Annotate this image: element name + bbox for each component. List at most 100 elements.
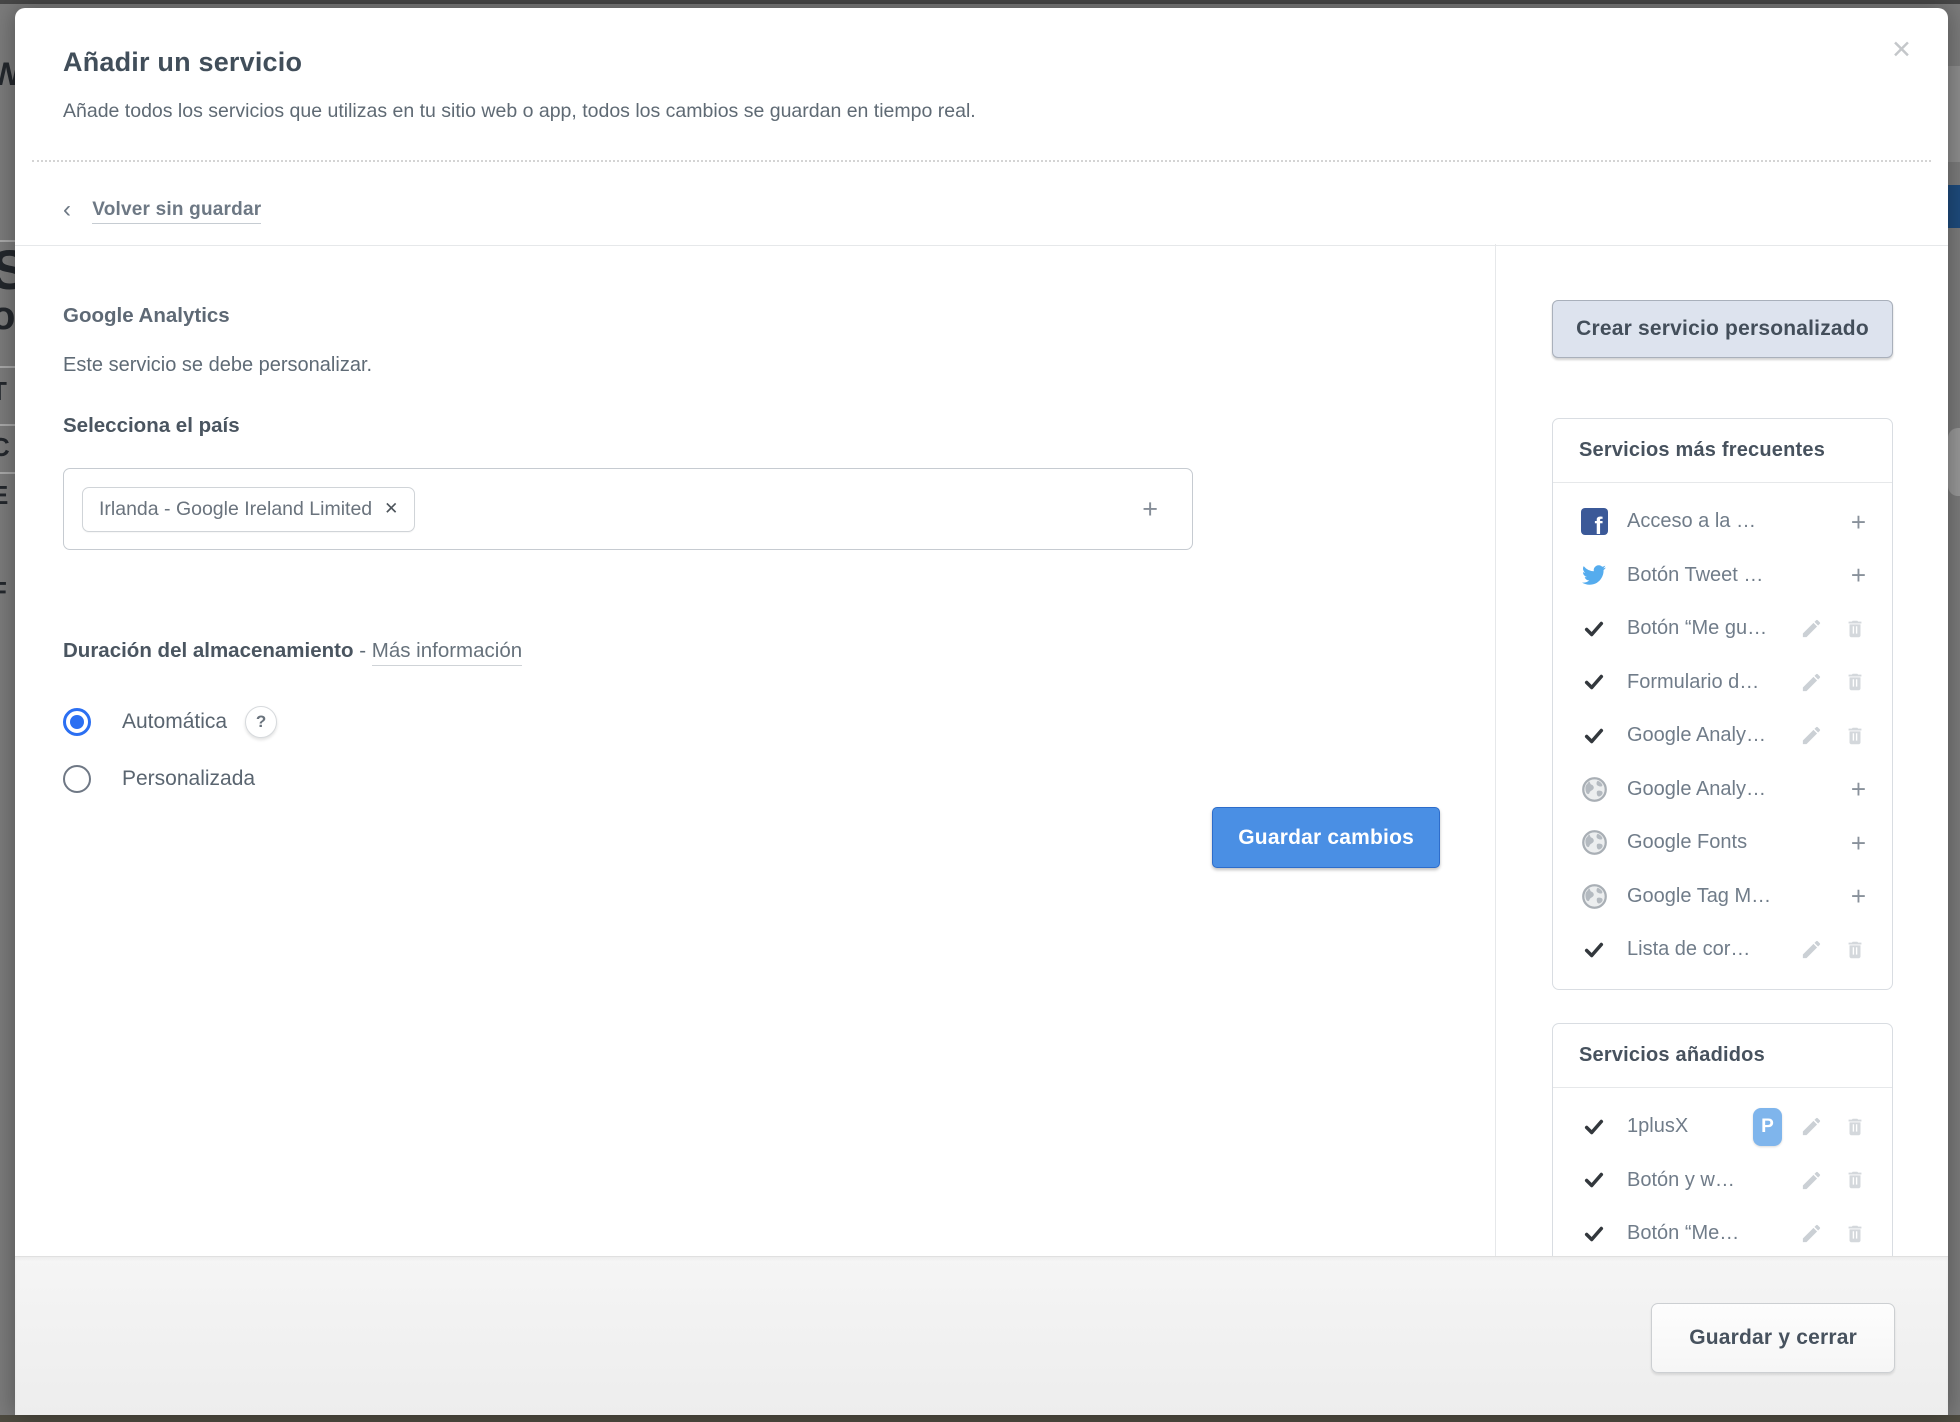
service-label: Lista de cor… xyxy=(1627,938,1796,961)
radio-custom-label: Personalizada xyxy=(122,767,255,791)
check-icon xyxy=(1579,936,1609,964)
modal-subtitle: Añade todos los servicios que utilizas e… xyxy=(63,100,1900,123)
check-icon xyxy=(1579,668,1609,696)
remove-tag-icon[interactable]: ✕ xyxy=(384,499,398,519)
check-icon xyxy=(1579,615,1609,643)
service-label: Google Analy… xyxy=(1627,778,1796,801)
service-row: Google Fonts + xyxy=(1579,816,1866,870)
save-and-close-button[interactable]: Guardar y cerrar xyxy=(1651,1303,1895,1373)
service-actions xyxy=(1796,1115,1866,1139)
modal-footer: Guardar y cerrar xyxy=(15,1256,1948,1415)
background-text-fragment: C xyxy=(0,434,10,460)
add-service-icon[interactable]: + xyxy=(1851,509,1866,535)
service-note: Este servicio se debe personalizar. xyxy=(63,354,1447,377)
service-actions xyxy=(1796,670,1866,694)
edit-pencil-icon[interactable] xyxy=(1800,938,1823,961)
service-row: Lista de cor… xyxy=(1579,923,1866,977)
service-label: Acceso a la … xyxy=(1627,510,1796,533)
globe-icon xyxy=(1579,775,1609,803)
check-icon xyxy=(1579,1113,1609,1141)
background-page-left-strip: WSoTCEIF xyxy=(0,0,15,1422)
delete-trash-icon[interactable] xyxy=(1844,724,1866,748)
service-label: Google Fonts xyxy=(1627,831,1796,854)
service-row: 1plusXP xyxy=(1579,1100,1866,1154)
service-label: Formulario d… xyxy=(1627,671,1796,694)
edit-pencil-icon[interactable] xyxy=(1800,1169,1823,1192)
more-info-link[interactable]: Más información xyxy=(372,639,522,666)
service-label: Google Tag M… xyxy=(1627,885,1796,908)
back-row: ‹ Volver sin guardar xyxy=(15,162,1948,246)
background-page-topline xyxy=(0,0,1960,4)
service-actions xyxy=(1796,938,1866,962)
services-sidebar: Crear servicio personalizado Servicios m… xyxy=(1495,244,1948,1257)
modal-title: Añadir un servicio xyxy=(63,48,1900,76)
service-row: Botón Tweet …+ xyxy=(1579,549,1866,603)
country-select-label: Selecciona el país xyxy=(63,414,1447,437)
service-row: Google Analy… xyxy=(1579,709,1866,763)
radio-automatic[interactable] xyxy=(63,708,91,736)
edit-pencil-icon[interactable] xyxy=(1800,724,1823,747)
delete-trash-icon[interactable] xyxy=(1844,670,1866,694)
service-actions: + xyxy=(1796,509,1866,535)
add-service-icon[interactable]: + xyxy=(1851,830,1866,856)
service-actions xyxy=(1796,1222,1866,1246)
delete-trash-icon[interactable] xyxy=(1844,617,1866,641)
service-row: Google Tag M… + xyxy=(1579,870,1866,924)
background-page-right-strip xyxy=(1948,0,1960,1422)
service-row: Botón “Me… xyxy=(1579,1207,1866,1257)
add-service-modal: ✕ Añadir un servicio Añade todos los ser… xyxy=(15,8,1948,1415)
delete-trash-icon[interactable] xyxy=(1844,1222,1866,1246)
service-label: Google Analy… xyxy=(1627,724,1796,747)
radio-row-custom: Personalizada xyxy=(63,765,1447,793)
modal-body: Google Analytics Este servicio se debe p… xyxy=(15,244,1948,1257)
service-actions xyxy=(1796,617,1866,641)
edit-pencil-icon[interactable] xyxy=(1800,671,1823,694)
background-page-bottom-bar xyxy=(0,1415,1960,1422)
delete-trash-icon[interactable] xyxy=(1844,1168,1866,1192)
check-icon xyxy=(1579,722,1609,750)
background-text-fragment: T xyxy=(0,378,7,404)
add-service-icon[interactable]: + xyxy=(1851,562,1866,588)
service-actions: + xyxy=(1796,830,1866,856)
delete-trash-icon[interactable] xyxy=(1844,1115,1866,1139)
edit-pencil-icon[interactable] xyxy=(1800,1222,1823,1245)
service-label: Botón “Me gu… xyxy=(1627,617,1796,640)
service-actions: + xyxy=(1796,776,1866,802)
premium-badge: P xyxy=(1753,1108,1782,1146)
service-actions xyxy=(1796,724,1866,748)
country-tag: Irlanda - Google Ireland Limited ✕ xyxy=(82,487,415,532)
create-custom-service-button[interactable]: Crear servicio personalizado xyxy=(1552,300,1893,358)
background-text-fragment: W xyxy=(0,58,15,90)
add-service-icon[interactable]: + xyxy=(1851,776,1866,802)
added-services-panel: Servicios añadidos 1plusXPBotón y w…Botó… xyxy=(1552,1023,1893,1257)
frequent-services-panel: Servicios más frecuentes fAcceso a la …+… xyxy=(1552,418,1893,990)
delete-trash-icon[interactable] xyxy=(1844,938,1866,962)
service-actions: + xyxy=(1796,883,1866,909)
add-service-icon[interactable]: + xyxy=(1851,883,1866,909)
twitter-icon xyxy=(1579,561,1609,589)
help-icon[interactable]: ? xyxy=(245,706,277,738)
background-text-fragment: E xyxy=(0,482,8,508)
country-multiselect-input[interactable]: Irlanda - Google Ireland Limited ✕ + xyxy=(63,468,1193,550)
back-without-saving-link[interactable]: Volver sin guardar xyxy=(92,199,261,224)
service-label: 1plusX xyxy=(1627,1115,1753,1138)
edit-pencil-icon[interactable] xyxy=(1800,617,1823,640)
background-text-fragment: F xyxy=(0,578,7,604)
storage-duration-label: Duración del almacenamiento xyxy=(63,639,354,662)
service-row: fAcceso a la …+ xyxy=(1579,495,1866,549)
country-tag-label: Irlanda - Google Ireland Limited xyxy=(99,498,372,521)
background-text-fragment: S xyxy=(0,242,15,298)
service-actions xyxy=(1796,1168,1866,1192)
service-row: Formulario d… xyxy=(1579,656,1866,710)
radio-automatic-label: Automática xyxy=(122,710,227,734)
radio-custom[interactable] xyxy=(63,765,91,793)
add-country-icon[interactable]: + xyxy=(1142,496,1158,523)
save-changes-button[interactable]: Guardar cambios xyxy=(1212,807,1440,868)
service-config-column: Google Analytics Este servicio se debe p… xyxy=(15,244,1495,1257)
radio-row-automatic: Automática ? xyxy=(63,708,1447,736)
edit-pencil-icon[interactable] xyxy=(1800,1115,1823,1138)
service-label: Botón “Me… xyxy=(1627,1222,1796,1245)
globe-icon xyxy=(1579,882,1609,910)
close-icon[interactable]: ✕ xyxy=(1891,38,1912,63)
added-services-title: Servicios añadidos xyxy=(1553,1024,1892,1088)
